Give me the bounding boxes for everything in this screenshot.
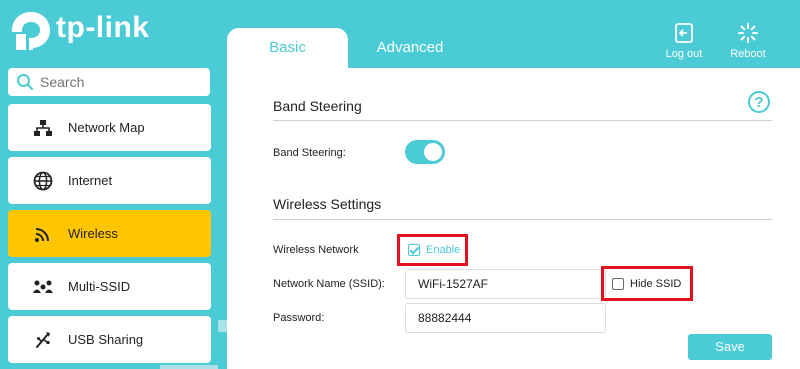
- save-button[interactable]: Save: [688, 334, 772, 360]
- divider: [273, 120, 772, 121]
- band-steering-label: Band Steering:: [273, 147, 346, 159]
- sidebar-item-usb-sharing[interactable]: USB Sharing: [8, 316, 211, 363]
- tab-advanced[interactable]: Advanced: [348, 28, 472, 68]
- band-steering-toggle[interactable]: [405, 140, 445, 164]
- logout-icon: [675, 23, 693, 43]
- help-icon[interactable]: ?: [748, 91, 770, 113]
- network-map-icon: [32, 117, 54, 139]
- reboot-label: Reboot: [730, 48, 766, 60]
- search-box[interactable]: [8, 68, 210, 96]
- brand-name: tp-link: [56, 11, 150, 44]
- tab-basic[interactable]: Basic: [227, 28, 348, 70]
- enable-checkbox[interactable]: [408, 244, 420, 256]
- search-icon: [17, 74, 34, 91]
- sidebar-item-multi-ssid[interactable]: Multi-SSID: [8, 263, 211, 310]
- tp-link-logo-icon: [12, 12, 50, 50]
- toggle-knob: [424, 143, 442, 161]
- sidebar-item-label: Internet: [68, 173, 113, 188]
- globe-icon: [32, 170, 54, 192]
- password-input[interactable]: 88882444: [405, 303, 606, 333]
- usb-icon: [32, 329, 54, 351]
- sidebar-collapse-handle[interactable]: [218, 320, 227, 332]
- hide-ssid-label: Hide SSID: [630, 277, 682, 290]
- hide-ssid-highlight[interactable]: Hide SSID: [601, 266, 693, 301]
- enable-checkbox-highlight[interactable]: Enable: [397, 234, 468, 266]
- sidebar-item-label: USB Sharing: [68, 332, 144, 347]
- multi-user-icon: [32, 276, 54, 298]
- sidebar-item-network-map[interactable]: Network Map: [8, 104, 211, 151]
- reboot-button[interactable]: Reboot: [722, 22, 774, 60]
- sidebar-item-wireless[interactable]: Wireless: [8, 210, 211, 257]
- sidebar-item-label: Wireless: [68, 226, 118, 241]
- wifi-icon: [32, 223, 54, 245]
- sidebar-item-label: Network Map: [68, 120, 145, 135]
- wireless-network-label: Wireless Network: [273, 244, 359, 256]
- enable-label: Enable: [426, 244, 461, 256]
- tp-link-logo: tp-link: [8, 8, 150, 54]
- divider: [273, 219, 772, 220]
- sidebar-item-internet[interactable]: Internet: [8, 157, 211, 204]
- password-label: Password:: [273, 312, 325, 324]
- ssid-input[interactable]: WiFi-1527AF: [405, 269, 606, 299]
- hide-ssid-checkbox[interactable]: [612, 277, 624, 290]
- logout-label: Log out: [665, 48, 703, 60]
- reboot-icon: [738, 23, 758, 43]
- band-steering-heading: Band Steering: [273, 98, 362, 114]
- search-input[interactable]: [40, 74, 200, 90]
- logout-button[interactable]: Log out: [658, 22, 710, 60]
- ssid-label: Network Name (SSID):: [273, 278, 385, 290]
- sidebar-scroll-indicator: [160, 365, 218, 369]
- sidebar-item-label: Multi-SSID: [68, 279, 131, 294]
- wireless-settings-heading: Wireless Settings: [273, 196, 382, 212]
